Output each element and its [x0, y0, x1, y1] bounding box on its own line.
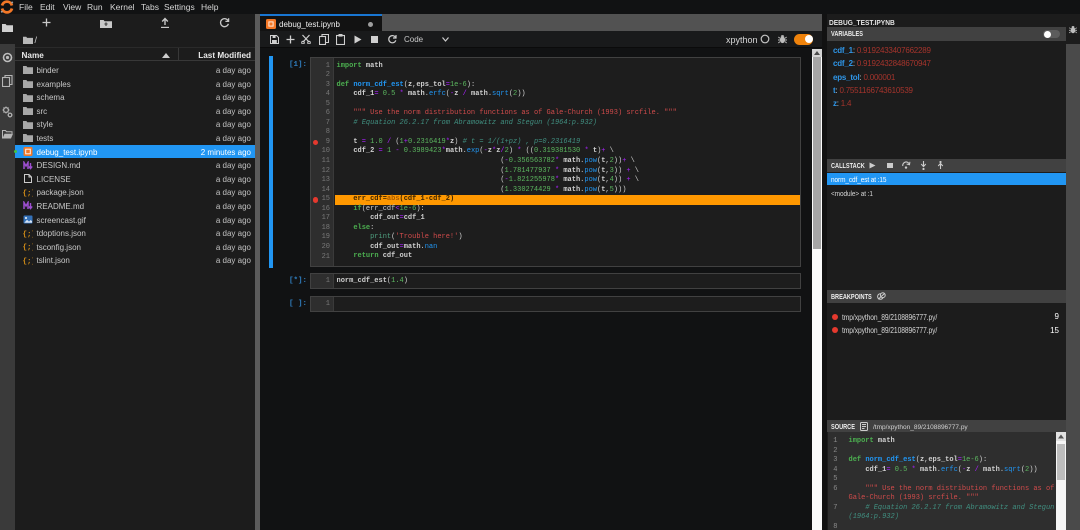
svg-text:{;}: {;}	[23, 258, 33, 265]
svg-text:{;}: {;}	[23, 231, 33, 238]
svg-text:{;}: {;}	[23, 190, 33, 197]
svg-text:{;}: {;}	[23, 244, 33, 251]
